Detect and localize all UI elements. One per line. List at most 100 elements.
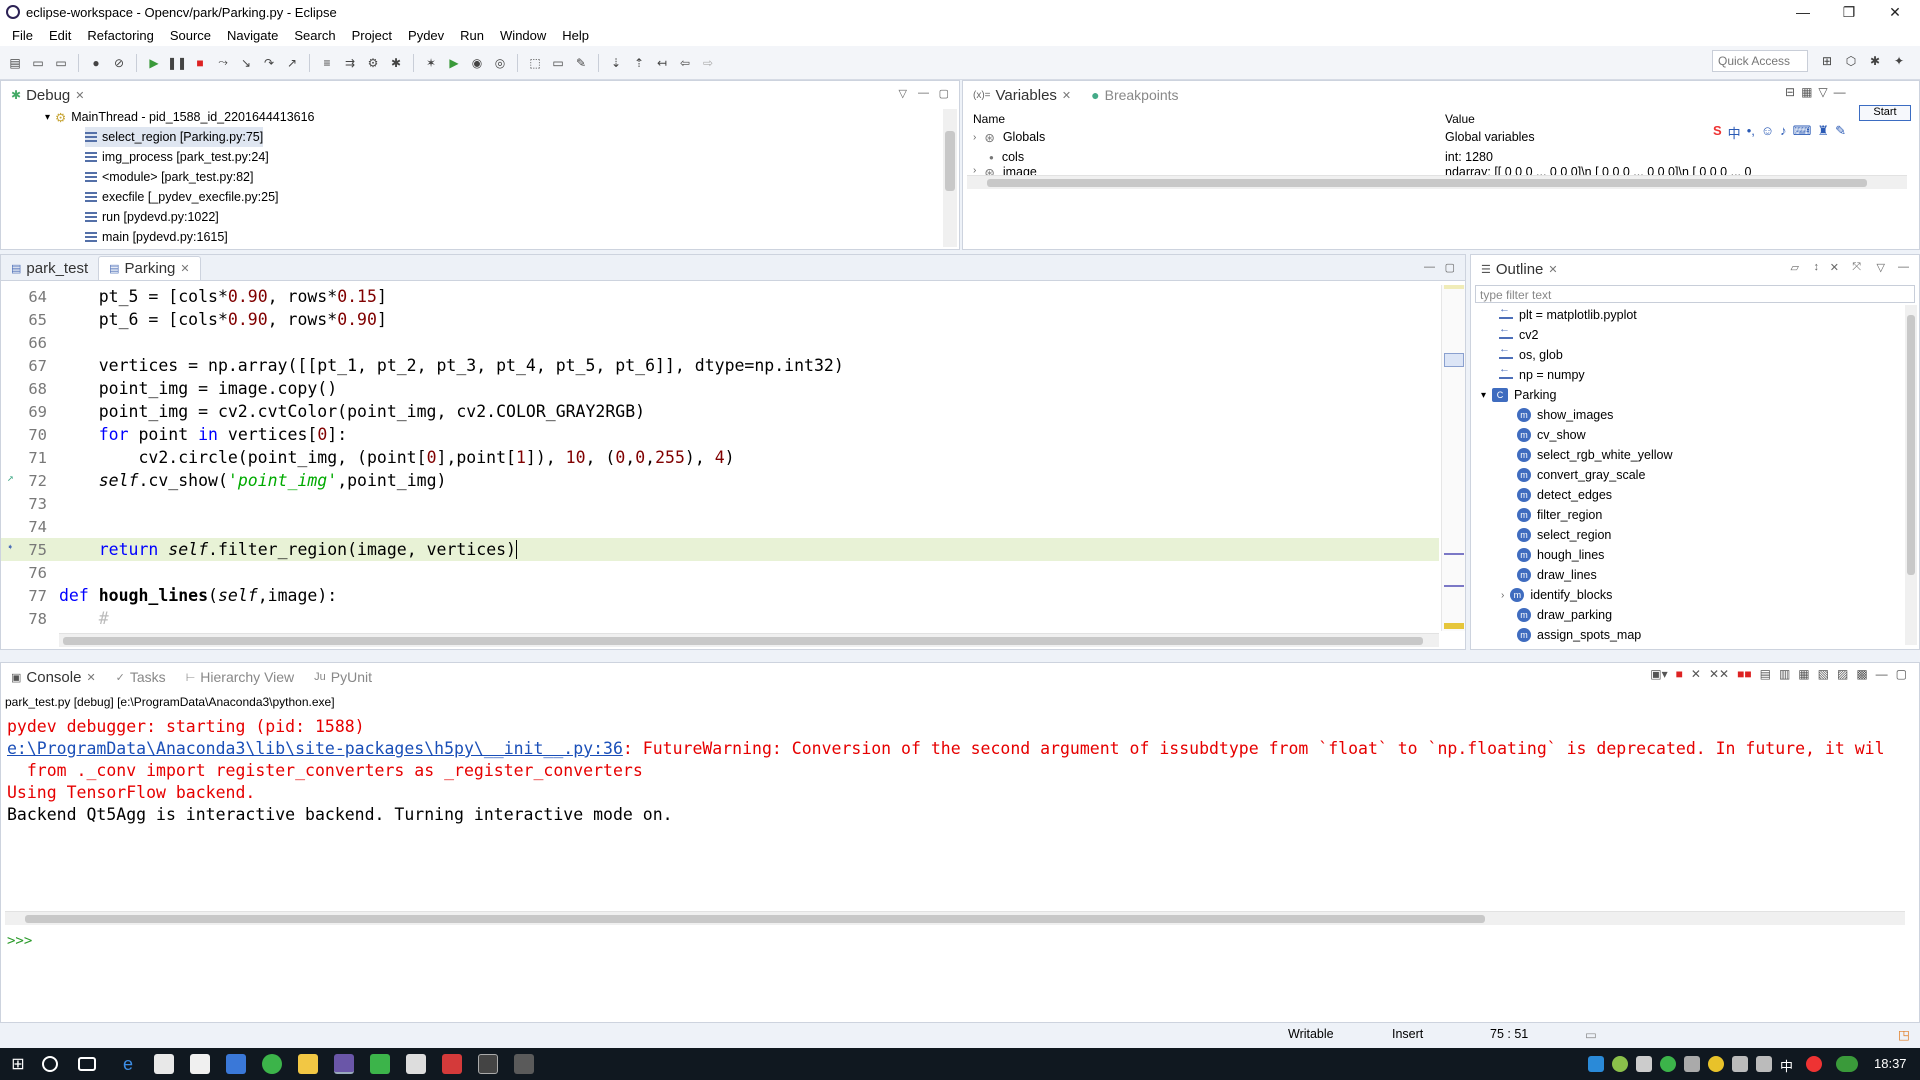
resume-icon[interactable]: ▶ [145,54,163,72]
tab-variables[interactable]: (x)= Variables ✕ [963,83,1081,107]
image-viewer-icon[interactable] [514,1054,534,1074]
step-into-icon[interactable]: ↘ [237,54,255,72]
outline-method[interactable]: m filter_region [1517,505,1602,525]
quick-access-field[interactable]: Quick Access [1712,50,1808,72]
outline-method[interactable]: m cv_show [1517,425,1586,445]
collapse-all-icon[interactable]: ⊟ [1785,85,1795,103]
pin-console-icon[interactable]: ▧ [1818,667,1829,681]
maximize-view-icon[interactable]: ▢ [939,87,949,100]
tray-app-icon[interactable] [1588,1056,1604,1072]
word-wrap-icon[interactable]: ▦ [1798,667,1809,681]
stack-frame[interactable]: execfile [_pydev_execfile.py:25] [85,187,279,207]
chrome-icon[interactable] [262,1054,282,1074]
wechat-icon[interactable] [1660,1056,1676,1072]
maximize-view-icon[interactable]: ▢ [1896,667,1907,681]
outline-method[interactable]: m assign_spots_map [1517,625,1641,645]
close-icon[interactable]: ✕ [75,89,84,102]
stack-frame[interactable]: <module> [park_test.py:82] [85,167,253,187]
minimize-view-icon[interactable]: — [1898,261,1909,273]
tray-app-icon[interactable] [1684,1056,1700,1072]
console-menu-icon[interactable]: ▣▾ [1650,667,1667,681]
pen-icon[interactable]: ✎ [572,54,590,72]
collapse-arrow-icon[interactable]: ▾ [45,112,50,123]
step-return-icon[interactable]: ↗ [283,54,301,72]
run-icon[interactable]: ▶ [445,54,463,72]
variable-row[interactable]: ● cols [989,147,1024,167]
mail-icon[interactable] [190,1054,210,1074]
recorder-icon[interactable] [442,1054,462,1074]
coverage-icon[interactable]: ◉ [468,54,486,72]
tab-parking[interactable]: ▤ Parking ✕ [98,256,201,280]
remove-launch-icon[interactable]: ✕ [1691,667,1701,681]
console-prompt[interactable]: >>> [7,933,32,949]
minimize-view-icon[interactable]: — [1876,667,1888,681]
network-icon[interactable] [1732,1056,1748,1072]
menu-refactoring[interactable]: Refactoring [79,28,161,43]
pycharm-icon[interactable] [370,1054,390,1074]
suspend-icon[interactable]: ❚❚ [167,54,187,72]
stack-frame[interactable]: img_process [park_test.py:24] [85,147,269,167]
hide-fields-icon[interactable]: ▱ [1791,261,1799,274]
sort-icon[interactable]: ↕ [1814,261,1820,273]
file-explorer-icon[interactable] [298,1054,318,1074]
debug-run-icon[interactable]: ✶ [422,54,440,72]
eclipse-taskbar-icon[interactable] [334,1054,354,1074]
memory-icon[interactable]: ▭ [1585,1027,1597,1042]
outline-import[interactable]: cv2 [1499,323,1538,345]
outline-import[interactable]: os, glob [1499,343,1563,365]
remove-all-icon[interactable]: ✕✕ [1709,667,1729,681]
tab-outline[interactable]: ☰ Outline ✕ [1471,257,1568,281]
sogou-tray-icon[interactable] [1806,1056,1822,1072]
tab-breakpoints[interactable]: ● Breakpoints [1081,83,1188,107]
last-edit-icon[interactable]: ↤ [653,54,671,72]
tab-park-test[interactable]: ▤ park_test [1,256,98,280]
menu-project[interactable]: Project [344,28,400,43]
tray-app-icon[interactable] [1836,1056,1858,1072]
stack-frame[interactable]: main [pydevd.py:1615] [85,227,228,247]
menu-source[interactable]: Source [162,28,219,43]
skin-icon[interactable]: ♜ [1817,123,1829,141]
view-menu-icon[interactable]: ▽ [1818,85,1827,103]
tools-icon[interactable]: ✎ [1835,123,1846,141]
clapper-icon[interactable] [406,1054,426,1074]
minimize-view-icon[interactable]: — [1424,261,1435,273]
clock[interactable]: 18:37 [1874,1056,1907,1071]
outline-method[interactable]: m detect_edges [1517,485,1612,505]
expand-arrow-icon[interactable]: › [973,165,976,175]
menu-file[interactable]: File [4,28,41,43]
open-folder-icon[interactable]: ▭ [549,54,567,72]
emoji-icon[interactable]: ☺ [1761,123,1774,141]
close-icon[interactable]: ✕ [1062,89,1071,102]
thread-node[interactable]: ▾ ⚙ MainThread - pid_1588_id_22016444136… [45,107,315,127]
warning-source-link[interactable]: e:\ProgramData\Anaconda3\lib\site-packag… [7,739,623,758]
close-button[interactable]: ✕ [1872,0,1918,24]
close-icon[interactable]: ✕ [86,671,95,684]
notification-icon[interactable]: ◳ [1898,1027,1910,1042]
tab-tasks[interactable]: ✓ Tasks [106,665,176,689]
open-console-icon[interactable]: ▩ [1856,667,1867,681]
menu-window[interactable]: Window [492,28,554,43]
terminate-icon[interactable]: ■ [1676,667,1683,681]
windows-start-icon[interactable]: ⊞ [8,1054,28,1074]
outline-method[interactable]: m select_rgb_white_yellow [1517,445,1673,465]
tray-app-icon[interactable] [1636,1056,1652,1072]
outline-import[interactable]: np = numpy [1499,363,1585,385]
java-perspective-icon[interactable]: ✦ [1890,52,1908,70]
tab-pyunit[interactable]: Ju PyUnit [304,665,382,689]
save-icon[interactable]: ▭ [29,54,47,72]
console-output[interactable]: pydev debugger: starting (pid: 1588) e:\… [1,713,1907,973]
prev-annotation-icon[interactable]: ⇡ [630,54,648,72]
console-hscrollbar[interactable] [5,911,1905,925]
outline-scrollbar[interactable] [1905,305,1917,645]
chinese-mode-icon[interactable]: 中 [1728,123,1741,141]
photos-icon[interactable] [478,1054,498,1074]
col-value-header[interactable]: Value [1445,109,1475,129]
expand-all-icon[interactable]: ⤧ [1852,261,1861,274]
scroll-lock-icon[interactable]: ▥ [1779,667,1790,681]
cortana-icon[interactable] [42,1056,58,1072]
ime-indicator[interactable]: 中 [1780,1056,1793,1075]
outline-method[interactable]: m select_region [1517,525,1611,545]
task-view-icon[interactable] [78,1057,96,1071]
disconnect-icon[interactable]: ⤳ [214,54,232,72]
open-type-icon[interactable]: ⬚ [526,54,544,72]
